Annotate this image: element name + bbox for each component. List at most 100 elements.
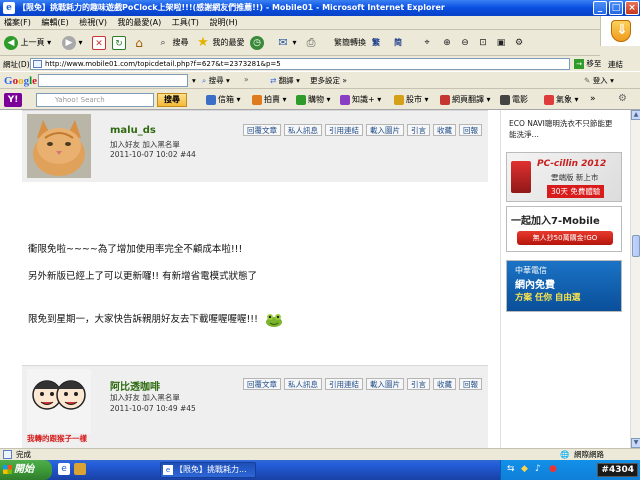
avatar[interactable] <box>27 369 91 433</box>
weather-icon <box>544 94 554 105</box>
address-input[interactable]: http://www.mobile01.com/topicdetail.php?… <box>30 58 570 70</box>
menu-tools[interactable]: 工具(T) <box>168 16 203 30</box>
more-settings-button[interactable]: 更多設定 » <box>310 75 347 86</box>
favorites-button[interactable]: ★ 我的最愛 <box>196 34 244 52</box>
quote-button[interactable]: 引言 <box>407 124 430 136</box>
yahoo-translate-link[interactable]: 網頁翻譯 ▾ <box>440 93 491 107</box>
google-search-button[interactable]: ⌕ 搜尋 ▾ <box>202 75 230 86</box>
menu-edit[interactable]: 編輯(E) <box>37 16 72 30</box>
convert-button[interactable]: 繁簡轉換 <box>334 34 366 52</box>
reply-button[interactable]: 回覆文章 <box>243 378 281 390</box>
friend-links[interactable]: 加入好友 加入黑名單 <box>110 392 180 403</box>
report-button[interactable]: 回報 <box>459 378 482 390</box>
pc-cillin-ad[interactable]: PC-cillin 2012 雲端版 新上市 30天 免費體驗 <box>506 152 622 202</box>
yahoo-settings-icon[interactable]: ⚙ <box>618 93 627 104</box>
load-images-button[interactable]: 載入圖片 <box>366 124 404 136</box>
yahoo-auction-link[interactable]: 拍賣 ▾ <box>252 93 287 107</box>
search-button[interactable]: ⌕ 搜尋 <box>156 34 188 52</box>
report-button[interactable]: 回報 <box>459 124 482 136</box>
traditional-label: 繁 <box>372 38 380 47</box>
quote-button[interactable]: 引言 <box>407 378 430 390</box>
yahoo-weather-link[interactable]: 氣象 ▾ <box>544 93 579 107</box>
page-icon[interactable]: ▣ <box>494 34 508 52</box>
yahoo-logo[interactable]: Y! <box>4 93 22 107</box>
bookmark-button[interactable]: 收藏 <box>433 378 456 390</box>
yahoo-search-button[interactable]: 搜尋 <box>157 93 187 107</box>
mark-icon[interactable]: ⌖ <box>420 34 434 52</box>
sidebar-news-link[interactable]: ECO NAVI聰明洗衣不只節能更 能洗淨… <box>509 118 612 140</box>
product-box-icon <box>511 161 531 193</box>
simplified-button[interactable]: 简 <box>394 34 402 52</box>
back-button[interactable]: ◀ 上一頁 ▾ <box>4 34 51 52</box>
volume-icon[interactable]: ♪ <box>535 464 541 474</box>
username[interactable]: malu_ds <box>110 125 156 136</box>
history-button[interactable]: ◷ <box>250 34 264 52</box>
yahoo-more-icon[interactable]: » <box>590 94 596 104</box>
google-dropdown-icon[interactable]: ▾ <box>192 76 196 85</box>
avatar[interactable] <box>27 114 91 178</box>
taskbar-window-button[interactable]: e 【限免】挑戰耗力... <box>160 462 256 478</box>
vertical-scrollbar[interactable]: ▲ ▼ <box>630 110 640 448</box>
private-message-button[interactable]: 私人訊息 <box>284 378 322 390</box>
bookmark-button[interactable]: 收藏 <box>433 124 456 136</box>
more-settings-label: 更多設定 <box>310 76 340 85</box>
refresh-button[interactable]: ↻ <box>112 34 126 52</box>
ie-icon: e <box>163 465 173 475</box>
load-images-button[interactable]: 載入圖片 <box>366 378 404 390</box>
close-button[interactable]: × <box>625 1 639 15</box>
yahoo-search-input[interactable]: Yahoo! Search <box>36 93 154 107</box>
quote-link-button[interactable]: 引用連結 <box>325 124 363 136</box>
traditional-button[interactable]: 繁 <box>372 34 380 52</box>
reply-button[interactable]: 回覆文章 <box>243 124 281 136</box>
menu-file[interactable]: 檔案(F) <box>0 16 35 30</box>
google-search-input[interactable] <box>38 74 188 87</box>
start-button[interactable]: 開始 <box>0 460 52 480</box>
yahoo-movie-link[interactable]: 電影 <box>500 93 528 107</box>
tools-icon[interactable]: ⚙ <box>512 34 526 52</box>
scroll-up-icon[interactable]: ▲ <box>631 110 640 120</box>
google-login-button[interactable]: ✎ 登入 ▾ <box>584 75 614 86</box>
post-line: 衝限免啦~~~~為了增加使用率完全不顧成本啦!!! <box>28 244 243 255</box>
auction-icon <box>252 94 262 105</box>
cht-ad[interactable]: 中華電信 網內免費 方案 任你 自由選 <box>506 260 622 312</box>
menu-view[interactable]: 檢視(V) <box>75 16 111 30</box>
minimize-button[interactable]: _ <box>593 1 607 15</box>
stop-icon: ✕ <box>92 35 106 50</box>
network-icon[interactable]: ⇆ <box>507 464 515 474</box>
post-actions: 回覆文章 私人訊息 引用連結 載入圖片 引言 收藏 回報 <box>243 124 482 136</box>
quicklaunch-desktop-icon[interactable] <box>74 463 86 475</box>
shield-icon[interactable]: ◆ <box>521 464 528 474</box>
home-button[interactable]: ⌂ <box>132 34 146 52</box>
alert-icon[interactable]: ● <box>549 464 557 474</box>
links-label[interactable]: 連結 <box>608 59 623 70</box>
quicklaunch-ie-icon[interactable]: e <box>58 463 70 475</box>
go-button[interactable]: → 移至 <box>574 58 601 70</box>
translate-button[interactable]: ⇄ 翻譯 ▾ <box>270 75 300 86</box>
fit-icon[interactable]: ⊡ <box>476 34 490 52</box>
wrench-icon: ✎ <box>584 76 591 85</box>
seven-mobile-ad[interactable]: 一起加入7-Mobile 無人抄50萬購金!GO <box>506 206 622 252</box>
yahoo-stock-link[interactable]: 股市 ▾ <box>394 93 429 107</box>
stop-button[interactable]: ✕ <box>92 34 106 52</box>
yahoo-answers-link[interactable]: 知識+ ▾ <box>340 93 381 107</box>
maximize-button[interactable]: □ <box>609 1 623 15</box>
username[interactable]: 阿比透咖啡 <box>110 378 160 393</box>
friend-links[interactable]: 加入好友 加入黑名單 <box>110 139 180 150</box>
menu-favorites[interactable]: 我的最愛(A) <box>114 16 166 30</box>
mail-button[interactable]: ✉ ▾ <box>276 34 296 52</box>
scroll-down-icon[interactable]: ▼ <box>631 438 640 448</box>
print-button[interactable]: ⎙ <box>304 34 318 52</box>
separator-icon: » <box>244 75 249 84</box>
yahoo-stock-label: 股市 <box>406 95 422 104</box>
mail-icon <box>206 94 216 105</box>
yahoo-mail-link[interactable]: 信箱 ▾ <box>206 93 241 107</box>
yahoo-shopping-link[interactable]: 購物 ▾ <box>296 93 331 107</box>
private-message-button[interactable]: 私人訊息 <box>284 124 322 136</box>
menu-help[interactable]: 說明(H) <box>205 16 241 30</box>
scroll-thumb[interactable] <box>632 235 640 257</box>
page-icon <box>3 450 12 459</box>
zoom-in-icon[interactable]: ⊕ <box>440 34 454 52</box>
quote-link-button[interactable]: 引用連結 <box>325 378 363 390</box>
forward-button[interactable]: ▶ ▾ <box>62 34 83 52</box>
zoom-out-icon[interactable]: ⊖ <box>458 34 472 52</box>
